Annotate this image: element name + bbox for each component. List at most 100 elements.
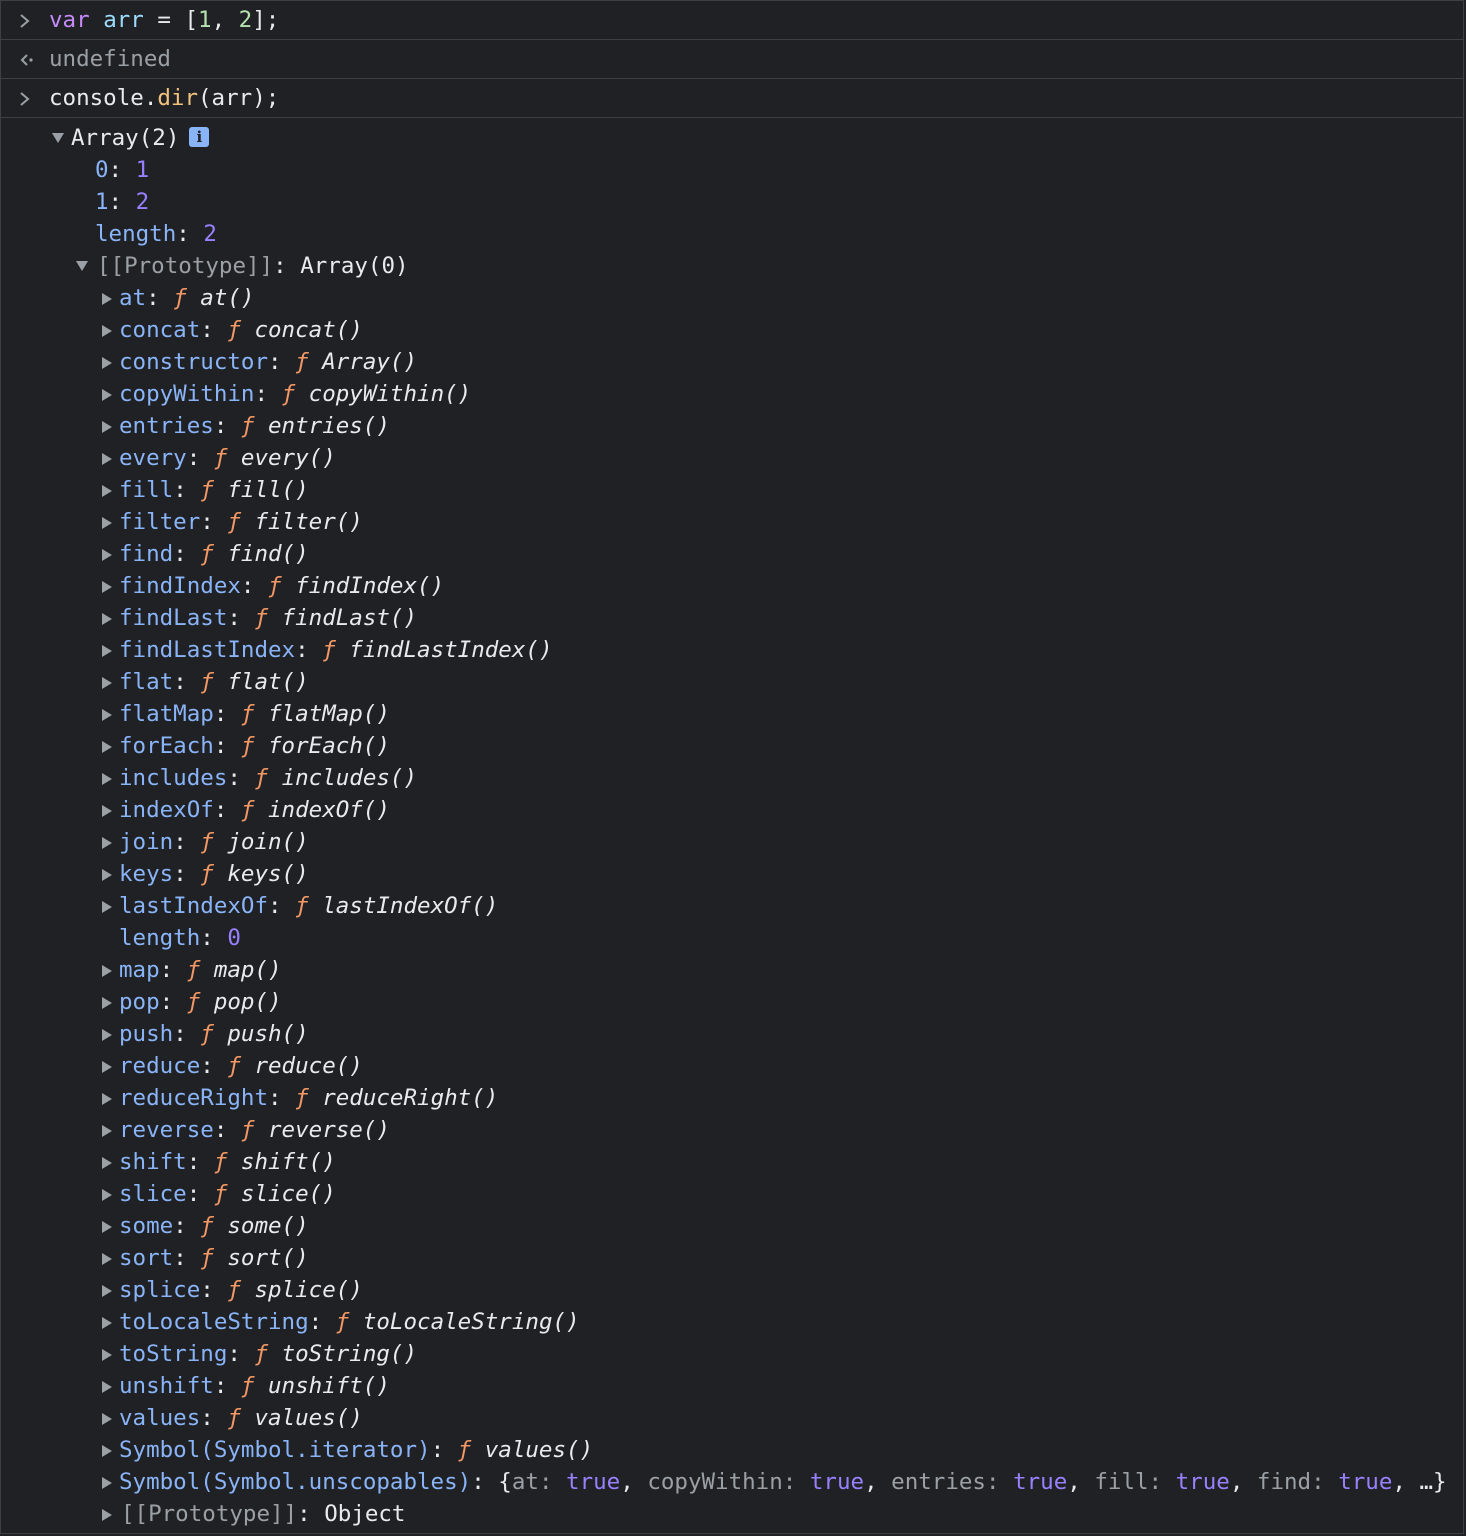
object-prototype-row[interactable]: [[Prototype]]: Object [1,1498,1463,1530]
array-header[interactable]: Array(2) i [1,122,1463,154]
collapsed-triangle-icon[interactable] [101,410,115,442]
prototype-member-row[interactable]: every: ƒ every() [1,442,1463,474]
collapsed-triangle-icon[interactable] [101,1210,115,1242]
colon: : [200,1405,228,1431]
prototype-member-row[interactable]: findLastIndex: ƒ findLastIndex() [1,634,1463,666]
prototype-member-row[interactable]: push: ƒ push() [1,1018,1463,1050]
collapsed-triangle-icon[interactable] [101,1082,115,1114]
prototype-member-row[interactable]: keys: ƒ keys() [1,858,1463,890]
collapsed-triangle-icon[interactable] [101,634,115,666]
collapsed-triangle-icon[interactable] [101,602,115,634]
prototype-member-row[interactable]: reverse: ƒ reverse() [1,1114,1463,1146]
collapsed-triangle-icon[interactable] [101,698,115,730]
prototype-member-row[interactable]: fill: ƒ fill() [1,474,1463,506]
expanded-triangle-icon[interactable] [75,250,89,282]
function-name: reduce() [254,1053,363,1079]
prototype-member-row[interactable]: entries: ƒ entries() [1,410,1463,442]
unscopable-value: true [1338,1469,1393,1495]
collapsed-triangle-icon[interactable] [101,1274,115,1306]
collapsed-triangle-icon[interactable] [101,1338,115,1370]
member-label: forEach: ƒ forEach() [119,730,390,762]
collapsed-triangle-icon[interactable] [101,570,115,602]
prototype-member-row[interactable]: constructor: ƒ Array() [1,346,1463,378]
member-label: copyWithin: ƒ copyWithin() [119,378,471,410]
collapsed-triangle-icon[interactable] [101,442,115,474]
collapsed-triangle-icon[interactable] [101,474,115,506]
prototype-member-row[interactable]: findLast: ƒ findLast() [1,602,1463,634]
collapsed-triangle-icon[interactable] [101,314,115,346]
property-value: 2 [203,221,217,247]
prototype-member-row[interactable]: map: ƒ map() [1,954,1463,986]
function-f-icon: ƒ [254,765,269,791]
colon: : [186,1181,214,1207]
collapsed-triangle-icon[interactable] [101,762,115,794]
prototype-member-row[interactable]: reduce: ƒ reduce() [1,1050,1463,1082]
colon: : [173,1245,201,1271]
collapsed-triangle-icon[interactable] [101,378,115,410]
collapsed-triangle-icon[interactable] [101,1242,115,1274]
prototype-member-row[interactable]: splice: ƒ splice() [1,1274,1463,1306]
prototype-member-row[interactable]: slice: ƒ slice() [1,1178,1463,1210]
prototype-member-row[interactable]: toLocaleString: ƒ toLocaleString() [1,1306,1463,1338]
property-key: filter [119,509,201,535]
prototype-member-row[interactable]: includes: ƒ includes() [1,762,1463,794]
collapsed-triangle-icon[interactable] [101,1114,115,1146]
collapsed-triangle-icon[interactable] [101,1498,115,1530]
collapsed-triangle-icon[interactable] [101,282,115,314]
console-input-entry[interactable]: var arr = [1, 2]; [1,1,1463,40]
prototype-member-row[interactable]: some: ƒ some() [1,1210,1463,1242]
collapsed-triangle-icon[interactable] [101,1178,115,1210]
prototype-member-row[interactable]: Symbol(Symbol.unscopables): {at: true, c… [1,1466,1463,1498]
expanded-triangle-icon[interactable] [51,122,65,154]
collapsed-triangle-icon[interactable] [101,954,115,986]
prototype-member-row[interactable]: toString: ƒ toString() [1,1338,1463,1370]
prototype-member-row[interactable]: copyWithin: ƒ copyWithin() [1,378,1463,410]
prototype-member-row[interactable]: findIndex: ƒ findIndex() [1,570,1463,602]
collapsed-triangle-icon[interactable] [101,1018,115,1050]
prototype-member-row[interactable]: unshift: ƒ unshift() [1,1370,1463,1402]
console-input-entry[interactable]: console.dir(arr); [1,79,1463,118]
prototype-member-row[interactable]: pop: ƒ pop() [1,986,1463,1018]
collapsed-triangle-icon[interactable] [101,858,115,890]
prototype-member-row[interactable]: lastIndexOf: ƒ lastIndexOf() [1,890,1463,922]
info-icon[interactable]: i [189,126,210,147]
prototype-member-row[interactable]: length: 0 [1,922,1463,954]
prototype-member-row[interactable]: join: ƒ join() [1,826,1463,858]
collapsed-triangle-icon[interactable] [101,890,115,922]
collapsed-triangle-icon[interactable] [101,1146,115,1178]
collapsed-triangle-icon[interactable] [101,794,115,826]
collapsed-triangle-icon[interactable] [101,538,115,570]
prototype-member-row[interactable]: concat: ƒ concat() [1,314,1463,346]
prototype-member-row[interactable]: values: ƒ values() [1,1402,1463,1434]
collapsed-triangle-icon[interactable] [101,1306,115,1338]
prototype-member-row[interactable]: find: ƒ find() [1,538,1463,570]
prototype-member-row[interactable]: Symbol(Symbol.iterator): ƒ values() [1,1434,1463,1466]
collapsed-triangle-icon[interactable] [101,1370,115,1402]
collapsed-triangle-icon[interactable] [101,730,115,762]
prototype-member-row[interactable]: sort: ƒ sort() [1,1242,1463,1274]
collapsed-triangle-icon[interactable] [101,1434,115,1466]
collapsed-triangle-icon[interactable] [101,1050,115,1082]
prototype-member-row[interactable]: filter: ƒ filter() [1,506,1463,538]
prototype-member-row[interactable]: flat: ƒ flat() [1,666,1463,698]
prototype-member-row[interactable]: indexOf: ƒ indexOf() [1,794,1463,826]
function-name: fill() [227,477,309,503]
prototype-member-row[interactable]: shift: ƒ shift() [1,1146,1463,1178]
prototype-row[interactable]: [[Prototype]]: Array(0) [1,250,1463,282]
function-name: includes() [281,765,418,791]
prototype-member-row[interactable]: forEach: ƒ forEach() [1,730,1463,762]
collapsed-triangle-icon[interactable] [101,1402,115,1434]
property-key: lastIndexOf [119,893,269,919]
prototype-member-row[interactable]: flatMap: ƒ flatMap() [1,698,1463,730]
prototype-member-row[interactable]: at: ƒ at() [1,282,1463,314]
collapsed-triangle-icon[interactable] [101,826,115,858]
prototype-member-row[interactable]: reduceRight: ƒ reduceRight() [1,1082,1463,1114]
collapsed-triangle-icon[interactable] [101,506,115,538]
colon: : [159,989,187,1015]
collapsed-triangle-icon[interactable] [101,1466,115,1498]
collapsed-triangle-icon[interactable] [101,346,115,378]
collapsed-triangle-icon[interactable] [101,986,115,1018]
collapsed-triangle-icon[interactable] [101,666,115,698]
